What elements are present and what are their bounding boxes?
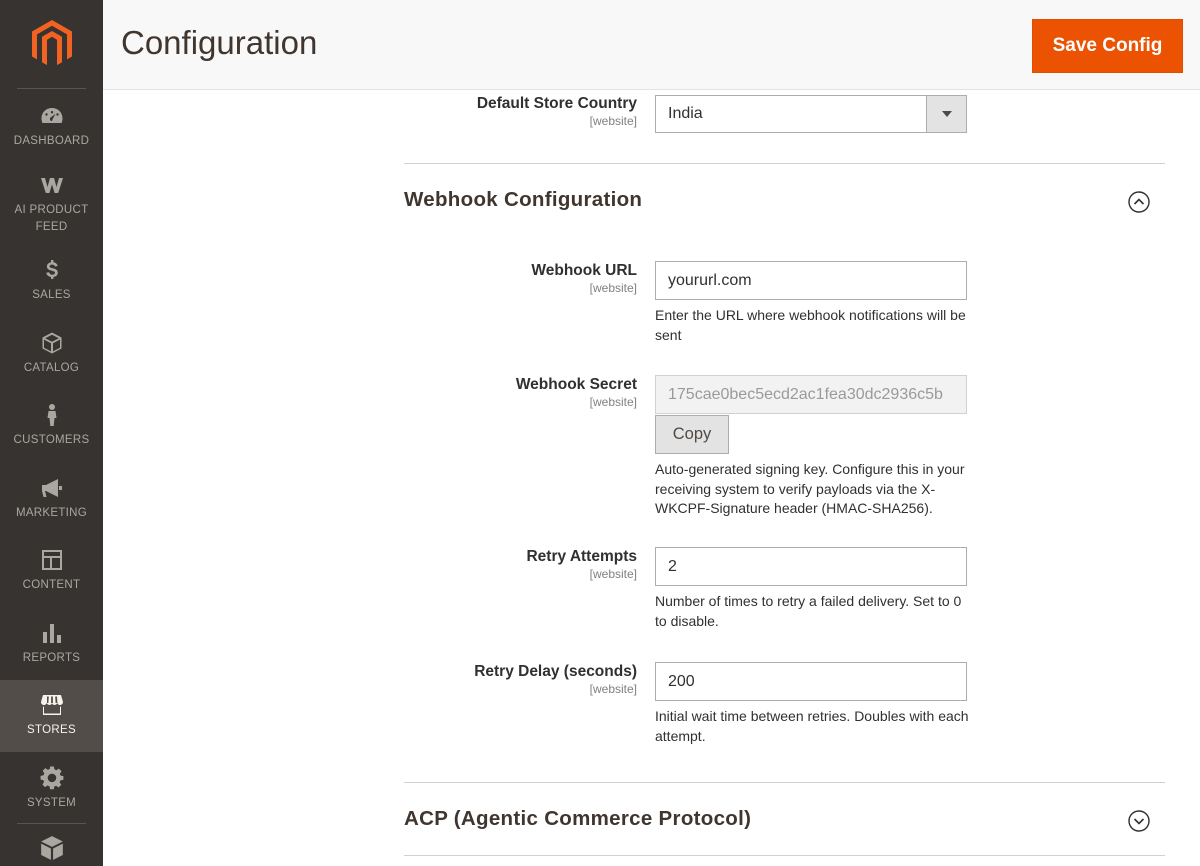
scope-label: [website] bbox=[589, 567, 637, 581]
scope-label: [website] bbox=[589, 682, 637, 696]
w-logo-icon bbox=[39, 172, 65, 198]
store-icon bbox=[39, 692, 65, 718]
person-icon bbox=[39, 402, 65, 428]
magento-logo-icon bbox=[31, 20, 72, 66]
layout-icon bbox=[39, 547, 65, 573]
nav-label: DASHBOARD bbox=[13, 134, 90, 147]
nav-extensions[interactable] bbox=[0, 835, 103, 861]
page-header: Configuration Save Config bbox=[103, 0, 1200, 90]
retry-attempts-label: Retry Attempts bbox=[526, 548, 637, 565]
acp-section-header[interactable]: ACP (Agentic Commerce Protocol) bbox=[404, 807, 1165, 847]
logo-divider bbox=[17, 88, 86, 89]
admin-sidebar: DASHBOARD AI PRODUCT FEED SALES CATALOG … bbox=[0, 0, 103, 866]
nav-label: STORES bbox=[27, 724, 76, 737]
chevron-down-circle-icon[interactable] bbox=[1127, 809, 1151, 833]
webhook-secret-input bbox=[655, 375, 967, 414]
webhook-url-note: Enter the URL where webhook notification… bbox=[655, 307, 966, 343]
nav-label: SYSTEM bbox=[26, 796, 77, 809]
magento-logo[interactable] bbox=[0, 0, 103, 88]
cube-icon bbox=[39, 330, 65, 356]
nav-label: MARKETING bbox=[15, 506, 88, 519]
extensions-icon bbox=[40, 836, 63, 860]
field-label-wrap: Default Store Country [website] bbox=[477, 95, 637, 128]
page-title: Configuration bbox=[121, 24, 318, 61]
select-value: India bbox=[668, 105, 703, 122]
section-divider bbox=[404, 782, 1165, 783]
nav-dashboard[interactable]: DASHBOARD bbox=[0, 90, 103, 163]
retry-delay-label: Retry Delay (seconds) bbox=[474, 663, 637, 680]
section-divider bbox=[404, 163, 1165, 164]
webhook-url-input[interactable] bbox=[655, 261, 967, 300]
field-label-wrap: Webhook URL [website] bbox=[531, 262, 637, 295]
default-store-country-label: Default Store Country bbox=[476, 95, 637, 112]
retry-attempts-note: Number of times to retry a failed delive… bbox=[655, 593, 962, 629]
copy-secret-button[interactable]: Copy bbox=[655, 415, 729, 454]
field-label-wrap: Retry Attempts [website] bbox=[526, 548, 637, 581]
webhook-url-label: Webhook URL bbox=[531, 262, 637, 279]
nav-content[interactable]: CONTENT bbox=[0, 535, 103, 608]
acp-section-title: ACP (Agentic Commerce Protocol) bbox=[404, 807, 752, 830]
nav-stores[interactable]: STORES bbox=[0, 679, 103, 752]
retry-attempts-input[interactable] bbox=[655, 547, 967, 586]
chevron-down-icon[interactable] bbox=[926, 96, 966, 132]
retry-attempts-control: Number of times to retry a failed delive… bbox=[655, 547, 967, 631]
field-label-wrap: Retry Delay (seconds) [website] bbox=[474, 663, 637, 696]
bar-chart-icon bbox=[39, 620, 65, 646]
dollar-icon bbox=[39, 257, 65, 283]
gear-icon bbox=[39, 765, 65, 791]
scope-label: [website] bbox=[589, 395, 637, 409]
default-store-country-select[interactable]: India bbox=[655, 95, 967, 133]
nav-divider bbox=[17, 823, 86, 824]
webhook-secret-note: Auto-generated signing key. Configure th… bbox=[655, 461, 965, 516]
retry-delay-control: Initial wait time between retries. Doubl… bbox=[655, 662, 969, 746]
webhook-url-control: Enter the URL where webhook notification… bbox=[655, 261, 967, 345]
nav-customers[interactable]: CUSTOMERS bbox=[0, 390, 103, 463]
save-config-button[interactable]: Save Config bbox=[1032, 19, 1183, 73]
scope-label: [website] bbox=[589, 281, 637, 295]
megaphone-icon bbox=[39, 475, 65, 501]
nav-label: AI PRODUCT FEED bbox=[14, 203, 89, 233]
scope-label: [website] bbox=[589, 114, 637, 128]
nav-system[interactable]: SYSTEM bbox=[0, 752, 103, 825]
config-main: Default Store Country [website] India We… bbox=[103, 91, 1200, 866]
webhook-section-title: Webhook Configuration bbox=[404, 188, 643, 211]
webhook-secret-label: Webhook Secret bbox=[515, 376, 637, 393]
main-menu: DASHBOARD AI PRODUCT FEED SALES CATALOG … bbox=[0, 90, 103, 825]
webhook-section-header[interactable]: Webhook Configuration bbox=[404, 188, 1165, 228]
dashboard-icon bbox=[39, 103, 65, 129]
nav-label: CATALOG bbox=[23, 361, 80, 374]
nav-catalog[interactable]: CATALOG bbox=[0, 317, 103, 390]
section-divider bbox=[404, 855, 1165, 856]
webhook-secret-control: Copy Auto-generated signing key. Configu… bbox=[655, 375, 967, 519]
nav-sales[interactable]: SALES bbox=[0, 245, 103, 318]
nav-marketing[interactable]: MARKETING bbox=[0, 462, 103, 535]
nav-label: CUSTOMERS bbox=[13, 434, 90, 447]
nav-reports[interactable]: REPORTS bbox=[0, 607, 103, 680]
default-store-country-control: India bbox=[655, 95, 967, 133]
nav-label: SALES bbox=[32, 289, 71, 302]
nav-ai-product-feed[interactable]: AI PRODUCT FEED bbox=[0, 163, 103, 245]
retry-delay-input[interactable] bbox=[655, 662, 967, 701]
nav-label: CONTENT bbox=[22, 579, 81, 592]
retry-delay-note: Initial wait time between retries. Doubl… bbox=[655, 708, 969, 744]
nav-label: REPORTS bbox=[22, 651, 81, 664]
chevron-up-circle-icon[interactable] bbox=[1127, 190, 1151, 214]
field-label-wrap: Webhook Secret [website] bbox=[516, 376, 637, 409]
